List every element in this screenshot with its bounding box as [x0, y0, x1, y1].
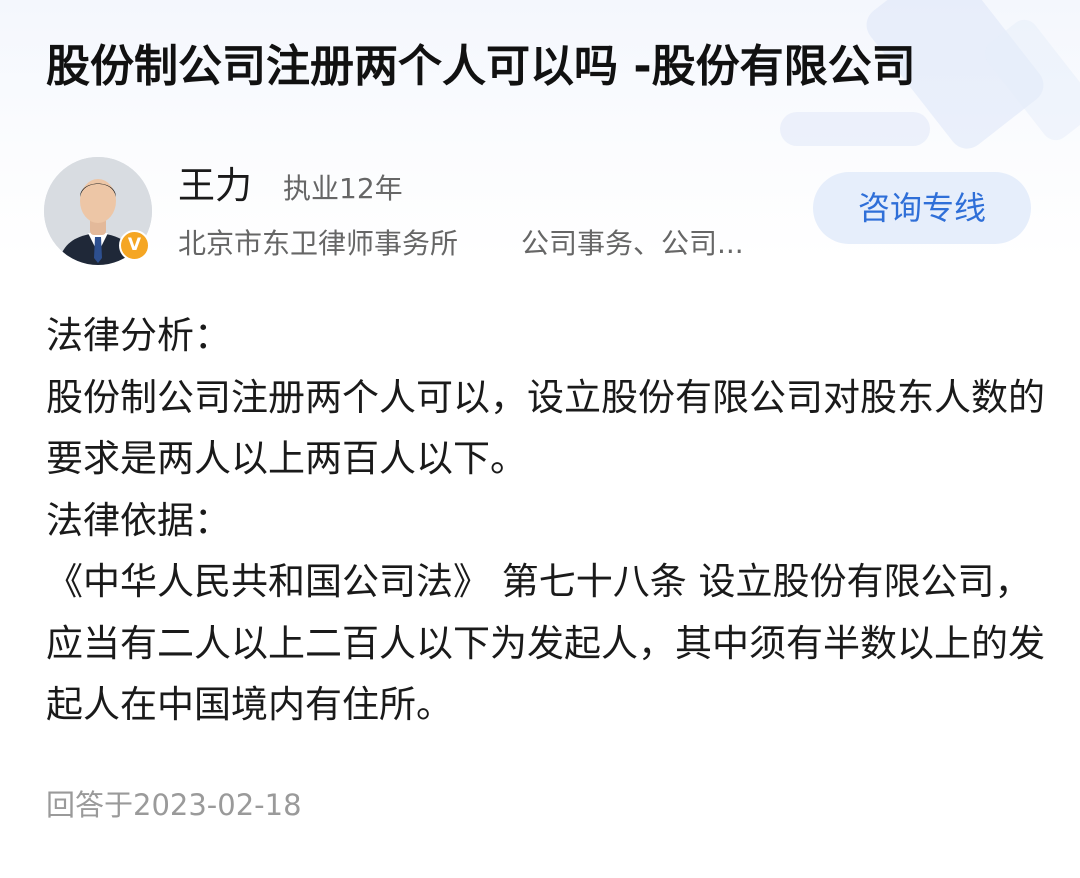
answer-content: 法律分析： 股份制公司注册两个人可以，设立股份有限公司对股东人数的要求是两人以上… [46, 305, 1046, 736]
verified-badge-icon: V [119, 230, 150, 261]
answer-paragraph: 法律分析： [46, 314, 231, 357]
answer-paragraph: 股份制公司注册两个人可以，设立股份有限公司对股东人数的要求是两人以上两百人以下。 [46, 375, 1045, 481]
lawyer-specialty: 公司事务、公司... [521, 227, 744, 260]
lawyer-avatar[interactable]: V [44, 157, 152, 265]
answer-paragraph: 《中华人民共和国公司法》 第七十八条 设立股份有限公司，应当有二人以上二百人以下… [46, 560, 1045, 726]
page-title: 股份制公司注册两个人可以吗 -股份有限公司 [46, 41, 916, 92]
header-decoration [780, 112, 930, 146]
answer-page: 股份制公司注册两个人可以吗 -股份有限公司 V 王力 执业12年 北京市东卫律师… [0, 0, 1080, 878]
answer-paragraph: 法律依据： [46, 498, 231, 542]
consult-hotline-button[interactable]: 咨询专线 [813, 172, 1031, 244]
answer-date: 回答于2023-02-18 [46, 788, 302, 822]
lawyer-name[interactable]: 王力 [178, 160, 252, 212]
lawyer-experience: 执业12年 [283, 172, 403, 205]
lawyer-firm: 北京市东卫律师事务所 [178, 227, 459, 260]
header-decoration [979, 14, 1080, 146]
